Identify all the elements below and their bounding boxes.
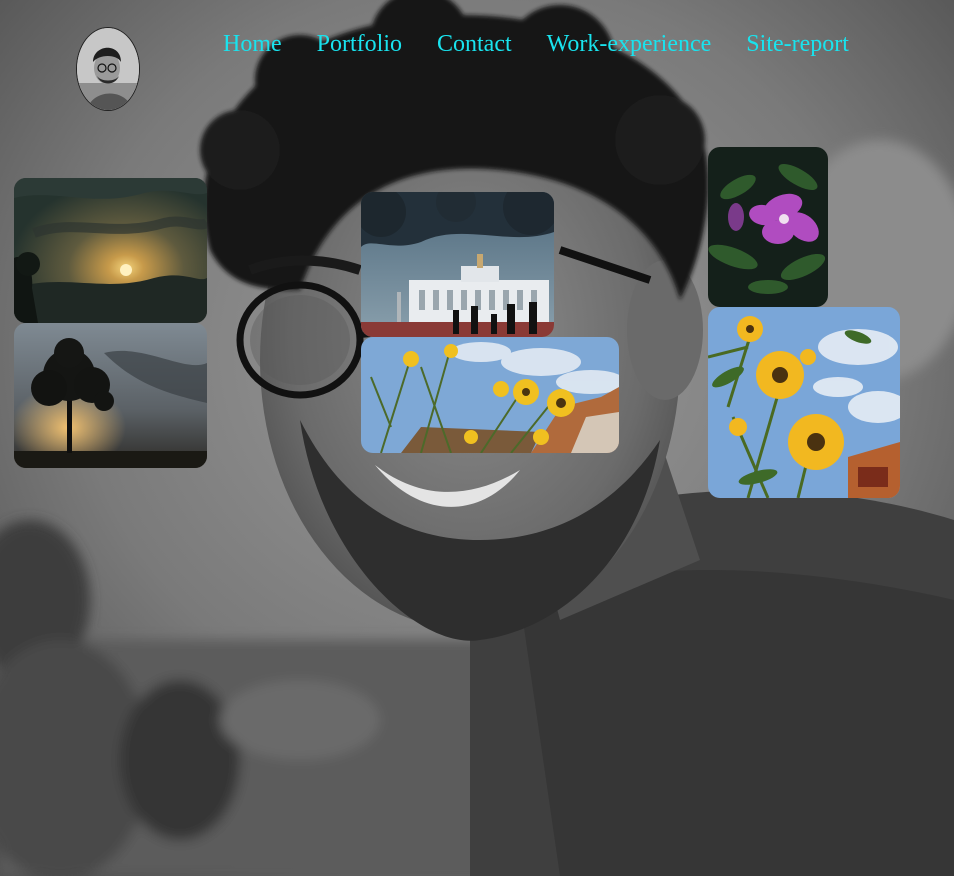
page: Home Portfolio Contact Work-experience S… xyxy=(0,0,954,876)
white-temple-photo[interactable] xyxy=(361,192,554,337)
nav-home-link[interactable]: Home xyxy=(223,28,282,60)
nav-site-report-link[interactable]: Site-report xyxy=(746,28,849,60)
tree-silhouette-photo[interactable] xyxy=(14,323,207,468)
yellow-flowers-sky-photo[interactable] xyxy=(708,307,900,498)
nav-work-experience-link[interactable]: Work-experience xyxy=(547,28,712,60)
profile-avatar[interactable] xyxy=(76,27,140,111)
nav-portfolio-link[interactable]: Portfolio xyxy=(317,28,402,60)
sunset-clouds-photo[interactable] xyxy=(14,178,207,323)
purple-flower-photo[interactable] xyxy=(708,147,828,307)
avatar-image xyxy=(77,28,139,110)
nav-contact-link[interactable]: Contact xyxy=(437,28,512,60)
yellow-flowers-building-photo[interactable] xyxy=(361,337,619,453)
main-nav: Home Portfolio Contact Work-experience S… xyxy=(223,28,849,60)
